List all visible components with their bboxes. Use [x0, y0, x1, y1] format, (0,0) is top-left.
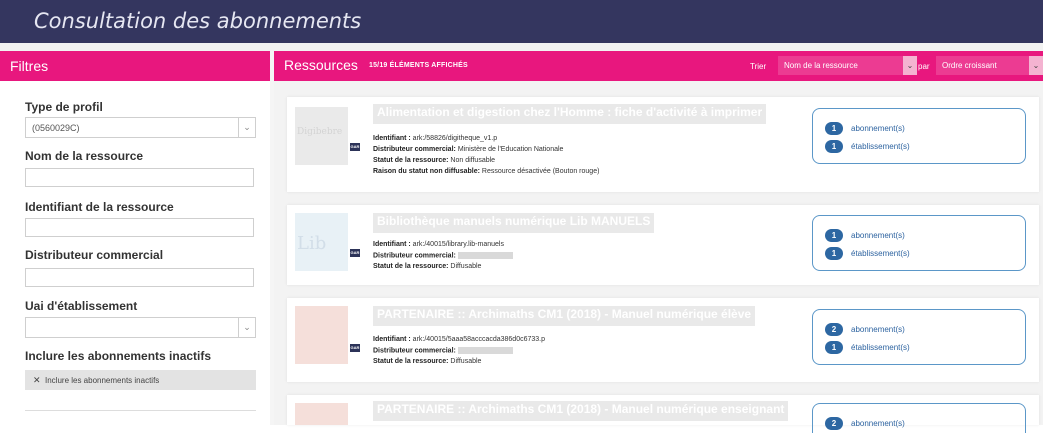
chevron-down-icon[interactable]: ⌄ [903, 56, 917, 75]
distributeur-label: Distributeur commercial [25, 248, 164, 262]
resource-stats[interactable]: 1 abonnement(s) 1 établissement(s) [812, 108, 1026, 164]
filters-title: Filtres [10, 58, 49, 74]
gar-badge: GAR [350, 344, 360, 352]
resource-stats[interactable]: 1 abonnement(s) 1 établissement(s) [812, 215, 1026, 271]
distributeur-input[interactable] [25, 268, 254, 287]
resource-title[interactable]: PARTENAIRE :: Archimaths CM1 (2018) - Ma… [373, 401, 789, 421]
inactifs-tag-text: Inclure les abonnements inactifs [45, 376, 160, 385]
filters-bottom-divider [25, 410, 256, 411]
resource-stats[interactable]: 2 abonnement(s) [812, 403, 1026, 433]
etablissement-count: 1 établissement(s) [825, 247, 910, 260]
resource-title[interactable]: PARTENAIRE :: Archimaths CM1 (2018) - Ma… [373, 306, 756, 326]
abonnement-count: 2 abonnement(s) [825, 323, 905, 336]
abonnement-count: 1 abonnement(s) [825, 122, 905, 135]
resource-thumbnail [295, 403, 348, 425]
resource-card[interactable]: Lib GAR Bibliothèque manuels numérique L… [287, 205, 1039, 285]
app-title: Consultation des abonnements [34, 9, 362, 33]
inactifs-label: Inclure les abonnements inactifs [25, 349, 212, 363]
app-titlebar: Consultation des abonnements [0, 0, 1043, 43]
nom-ressource-input[interactable] [25, 168, 254, 187]
header-gap [0, 43, 1043, 51]
type-profil-label: Type de profil [25, 100, 103, 114]
inactifs-tag[interactable]: ✕ Inclure les abonnements inactifs [25, 370, 256, 390]
gar-badge: GAR [350, 143, 360, 151]
resource-title[interactable]: Alimentation et digestion chez l'Homme :… [373, 104, 767, 124]
sort-par-label: par [918, 62, 930, 71]
identifiant-input[interactable] [25, 218, 254, 237]
chevron-down-icon[interactable]: ⌄ [1029, 56, 1043, 75]
resource-card[interactable]: PARTENAIRE :: Archimaths CM1 (2018) - Ma… [287, 395, 1039, 433]
resource-card[interactable]: Digibebre GAR Alimentation et digestion … [287, 97, 1039, 192]
filters-header: Filtres [0, 51, 270, 81]
redacted-value [457, 347, 513, 354]
abonnement-count: 1 abonnement(s) [825, 229, 905, 242]
type-profil-value: (0560029C) [32, 123, 80, 133]
results-title: Ressources [284, 57, 358, 73]
resource-thumbnail: Lib [295, 213, 348, 271]
resource-stats[interactable]: 2 abonnement(s) 1 établissement(s) [812, 309, 1026, 365]
uai-label: Uai d'établissement [25, 299, 138, 313]
nom-ressource-label: Nom de la ressource [25, 149, 144, 163]
results-header: Ressources 15/19 ÉLÉMENTS AFFICHÉS Trier… [274, 51, 1043, 81]
sort-label: Trier [750, 62, 767, 71]
type-profil-select[interactable]: (0560029C) ⌄ [25, 117, 256, 138]
redacted-value [457, 252, 513, 259]
resource-thumbnail [295, 306, 348, 364]
resource-title[interactable]: Bibliothèque manuels numérique Lib MANUE… [373, 213, 655, 233]
abonnement-count: 2 abonnement(s) [825, 417, 905, 430]
etablissement-count: 1 établissement(s) [825, 341, 910, 354]
etablissement-count: 1 établissement(s) [825, 140, 910, 153]
sort-field-select[interactable]: Nom de la ressource ⌄ [778, 56, 917, 75]
resource-thumbnail: Digibebre [295, 107, 348, 165]
resource-card[interactable]: GAR PARTENAIRE :: Archimaths CM1 (2018) … [287, 298, 1039, 382]
gar-badge: GAR [350, 249, 360, 257]
chevron-down-icon[interactable]: ⌄ [238, 318, 255, 337]
chevron-down-icon[interactable]: ⌄ [238, 118, 255, 137]
identifiant-label: Identifiant de la ressource [25, 200, 174, 214]
sort-order-select[interactable]: Ordre croissant ⌄ [936, 56, 1043, 75]
uai-select[interactable]: ⌄ [25, 317, 256, 338]
close-icon[interactable]: ✕ [33, 375, 41, 386]
results-count: 15/19 ÉLÉMENTS AFFICHÉS [369, 62, 468, 69]
